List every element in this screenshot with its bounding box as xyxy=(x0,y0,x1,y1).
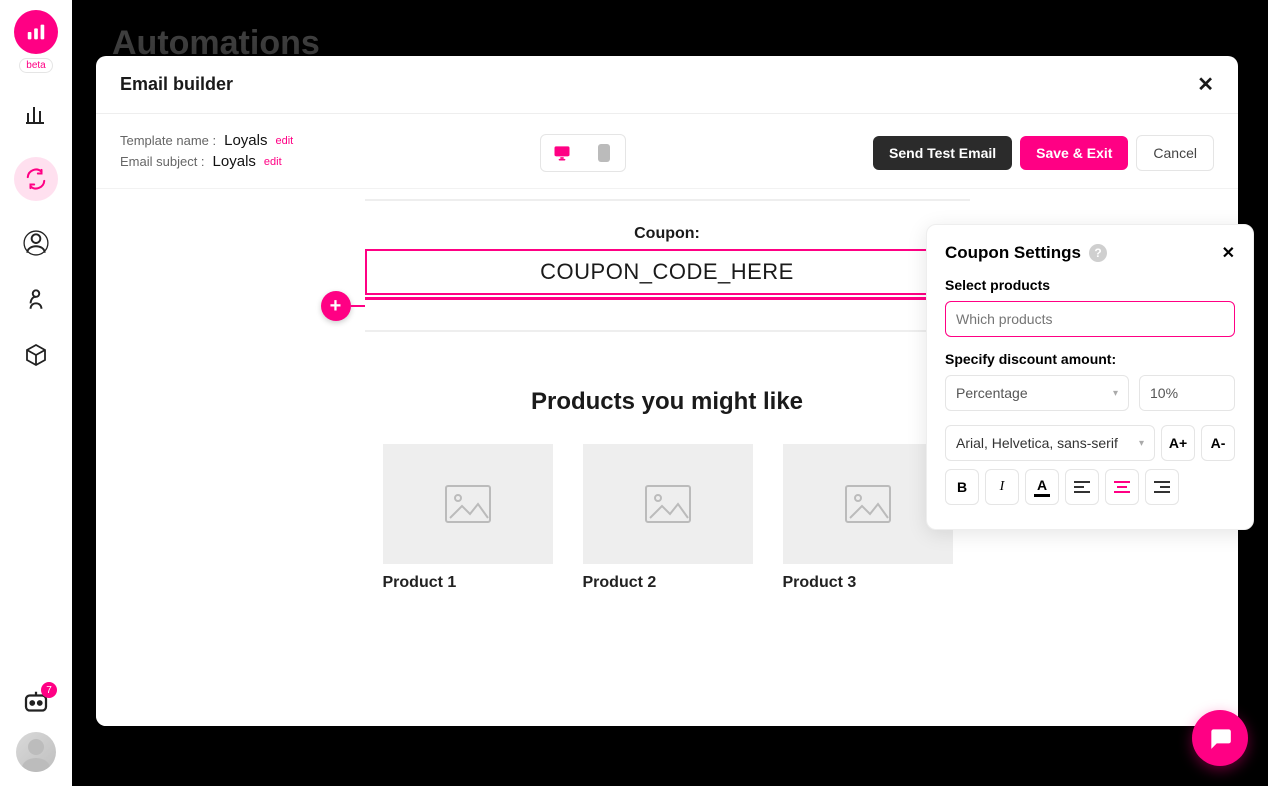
align-center-button[interactable] xyxy=(1105,469,1139,505)
user-avatar[interactable] xyxy=(16,732,56,772)
discount-type-select[interactable]: Percentage ▾ xyxy=(945,375,1129,411)
send-test-button[interactable]: Send Test Email xyxy=(873,136,1012,170)
cancel-button[interactable]: Cancel xyxy=(1136,135,1214,171)
divider xyxy=(365,199,970,201)
nav-support[interactable] xyxy=(22,285,50,313)
coupon-settings-panel: Coupon Settings ? ✕ Select products Spec… xyxy=(926,224,1254,530)
email-subject-label: Email subject : xyxy=(120,154,205,169)
bold-button[interactable]: B xyxy=(945,469,979,505)
email-body: Coupon: COUPON_CODE_HERE + Products you … xyxy=(365,199,970,592)
product-name: Product 2 xyxy=(583,574,753,592)
products-section-title: Products you might like xyxy=(365,388,970,416)
product-card[interactable]: Product 2 xyxy=(583,444,753,592)
edit-template-name[interactable]: edit xyxy=(275,135,293,147)
coupon-label: Coupon: xyxy=(365,225,970,243)
save-exit-button[interactable]: Save & Exit xyxy=(1020,136,1128,170)
help-icon[interactable]: ? xyxy=(1089,244,1107,262)
desktop-preview-button[interactable] xyxy=(541,135,583,171)
divider xyxy=(365,330,970,332)
close-icon[interactable]: ✕ xyxy=(1197,72,1214,97)
modal-actions: Send Test Email Save & Exit Cancel xyxy=(873,135,1214,171)
font-size-decrease-button[interactable]: A- xyxy=(1201,425,1235,461)
chevron-down-icon: ▾ xyxy=(1113,388,1118,399)
panel-title: Coupon Settings xyxy=(945,243,1081,263)
image-placeholder-icon xyxy=(383,444,553,564)
template-name-label: Template name : xyxy=(120,133,216,148)
chatbot-notification-count: 7 xyxy=(41,682,57,698)
app-sidebar: beta 7 xyxy=(0,0,72,786)
discount-amount-label: Specify discount amount: xyxy=(945,351,1235,367)
add-block-handle[interactable]: + xyxy=(321,291,351,321)
chevron-down-icon: ▾ xyxy=(1139,438,1144,449)
nav-customers[interactable] xyxy=(22,229,50,257)
chatbot-shortcut[interactable]: 7 xyxy=(21,688,51,718)
chat-launcher-fab[interactable] xyxy=(1192,710,1248,766)
align-right-button[interactable] xyxy=(1145,469,1179,505)
product-recommendations: Product 1 Product 2 Product 3 xyxy=(365,444,970,592)
device-preview-toggle xyxy=(540,134,626,172)
font-family-select[interactable]: Arial, Helvetica, sans-serif ▾ xyxy=(945,425,1155,461)
app-logo[interactable] xyxy=(14,10,58,54)
font-size-increase-button[interactable]: A+ xyxy=(1161,425,1195,461)
discount-type-value: Percentage xyxy=(956,385,1028,401)
italic-button[interactable]: I xyxy=(985,469,1019,505)
product-name: Product 3 xyxy=(783,574,953,592)
modal-header: Email builder ✕ xyxy=(96,56,1238,114)
edit-email-subject[interactable]: edit xyxy=(264,156,282,168)
panel-close-icon[interactable]: ✕ xyxy=(1222,243,1235,263)
coupon-selection-underline xyxy=(365,297,970,300)
color-swatch xyxy=(1034,494,1050,497)
discount-value-input[interactable]: 10% xyxy=(1139,375,1235,411)
email-subject-value: Loyals xyxy=(213,153,256,170)
nav-automations[interactable] xyxy=(14,157,58,201)
beta-badge: beta xyxy=(19,58,52,73)
select-products-input[interactable] xyxy=(945,301,1235,337)
template-meta: Template name : Loyals edit Email subjec… xyxy=(120,132,293,174)
product-card[interactable]: Product 1 xyxy=(383,444,553,592)
modal-title: Email builder xyxy=(120,74,233,95)
select-products-label: Select products xyxy=(945,277,1235,293)
mobile-preview-button[interactable] xyxy=(583,135,625,171)
coupon-block[interactable]: COUPON_CODE_HERE xyxy=(365,249,970,295)
template-name-value: Loyals xyxy=(224,132,267,149)
modal-toolbar: Template name : Loyals edit Email subjec… xyxy=(96,114,1238,189)
image-placeholder-icon xyxy=(583,444,753,564)
nav-analytics[interactable] xyxy=(22,101,50,129)
nav-products[interactable] xyxy=(22,341,50,369)
text-color-button[interactable]: A xyxy=(1025,469,1059,505)
align-left-button[interactable] xyxy=(1065,469,1099,505)
product-name: Product 1 xyxy=(383,574,553,592)
